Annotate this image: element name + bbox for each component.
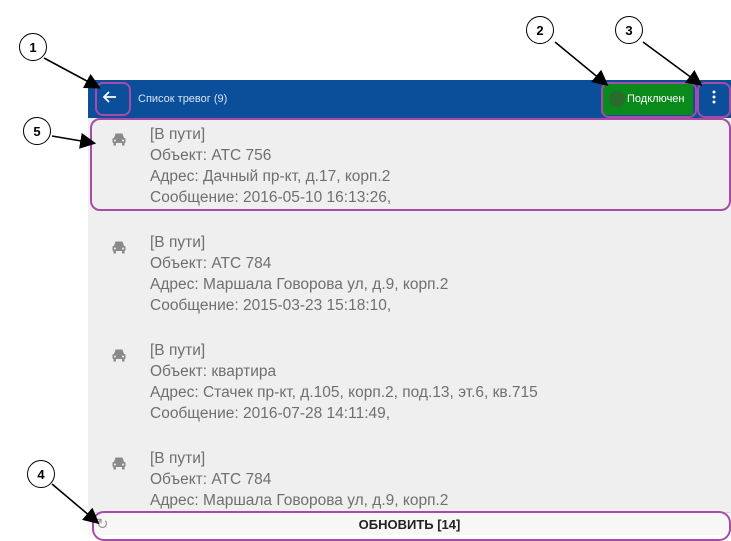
callout-1: 1	[19, 33, 47, 61]
callout-2: 2	[526, 16, 554, 44]
callout-5: 5	[23, 117, 51, 145]
callout-4: 4	[27, 460, 55, 488]
callout-3: 3	[615, 16, 643, 44]
annotation-arrows	[43, 41, 703, 525]
